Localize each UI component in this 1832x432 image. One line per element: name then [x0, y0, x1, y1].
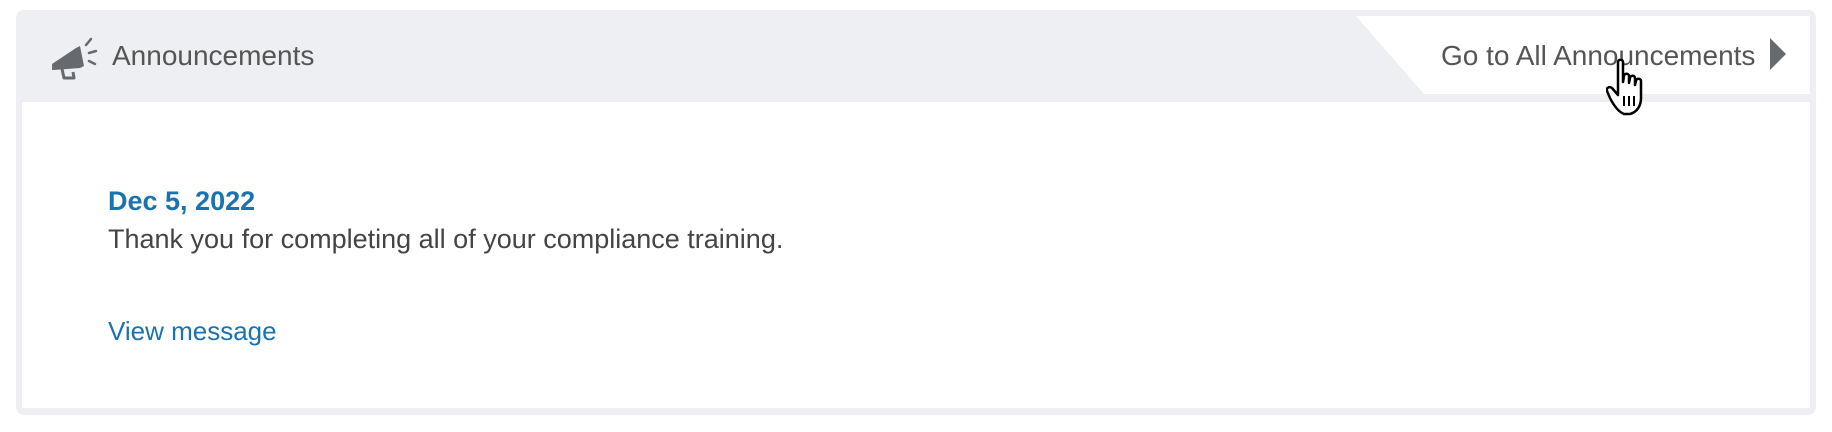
announcements-panel: Announcements Go to All Announcements De… [16, 10, 1816, 415]
view-message-link[interactable]: View message [108, 314, 277, 348]
announcement-message: Thank you for completing all of your com… [108, 224, 784, 254]
go-to-all-announcements-link[interactable]: Go to All Announcements [1356, 16, 1810, 94]
announcements-header: Announcements Go to All Announcements [16, 10, 1816, 102]
panel-title: Announcements [112, 40, 315, 71]
chevron-right-icon[interactable] [1770, 38, 1786, 70]
megaphone-icon [52, 37, 98, 80]
announcement-item: Dec 5, 2022 Thank you for completing all… [22, 102, 1810, 408]
announcement-date: Dec 5, 2022 [108, 186, 256, 216]
go-to-all-announcements-label[interactable]: Go to All Announcements [1441, 38, 1755, 74]
